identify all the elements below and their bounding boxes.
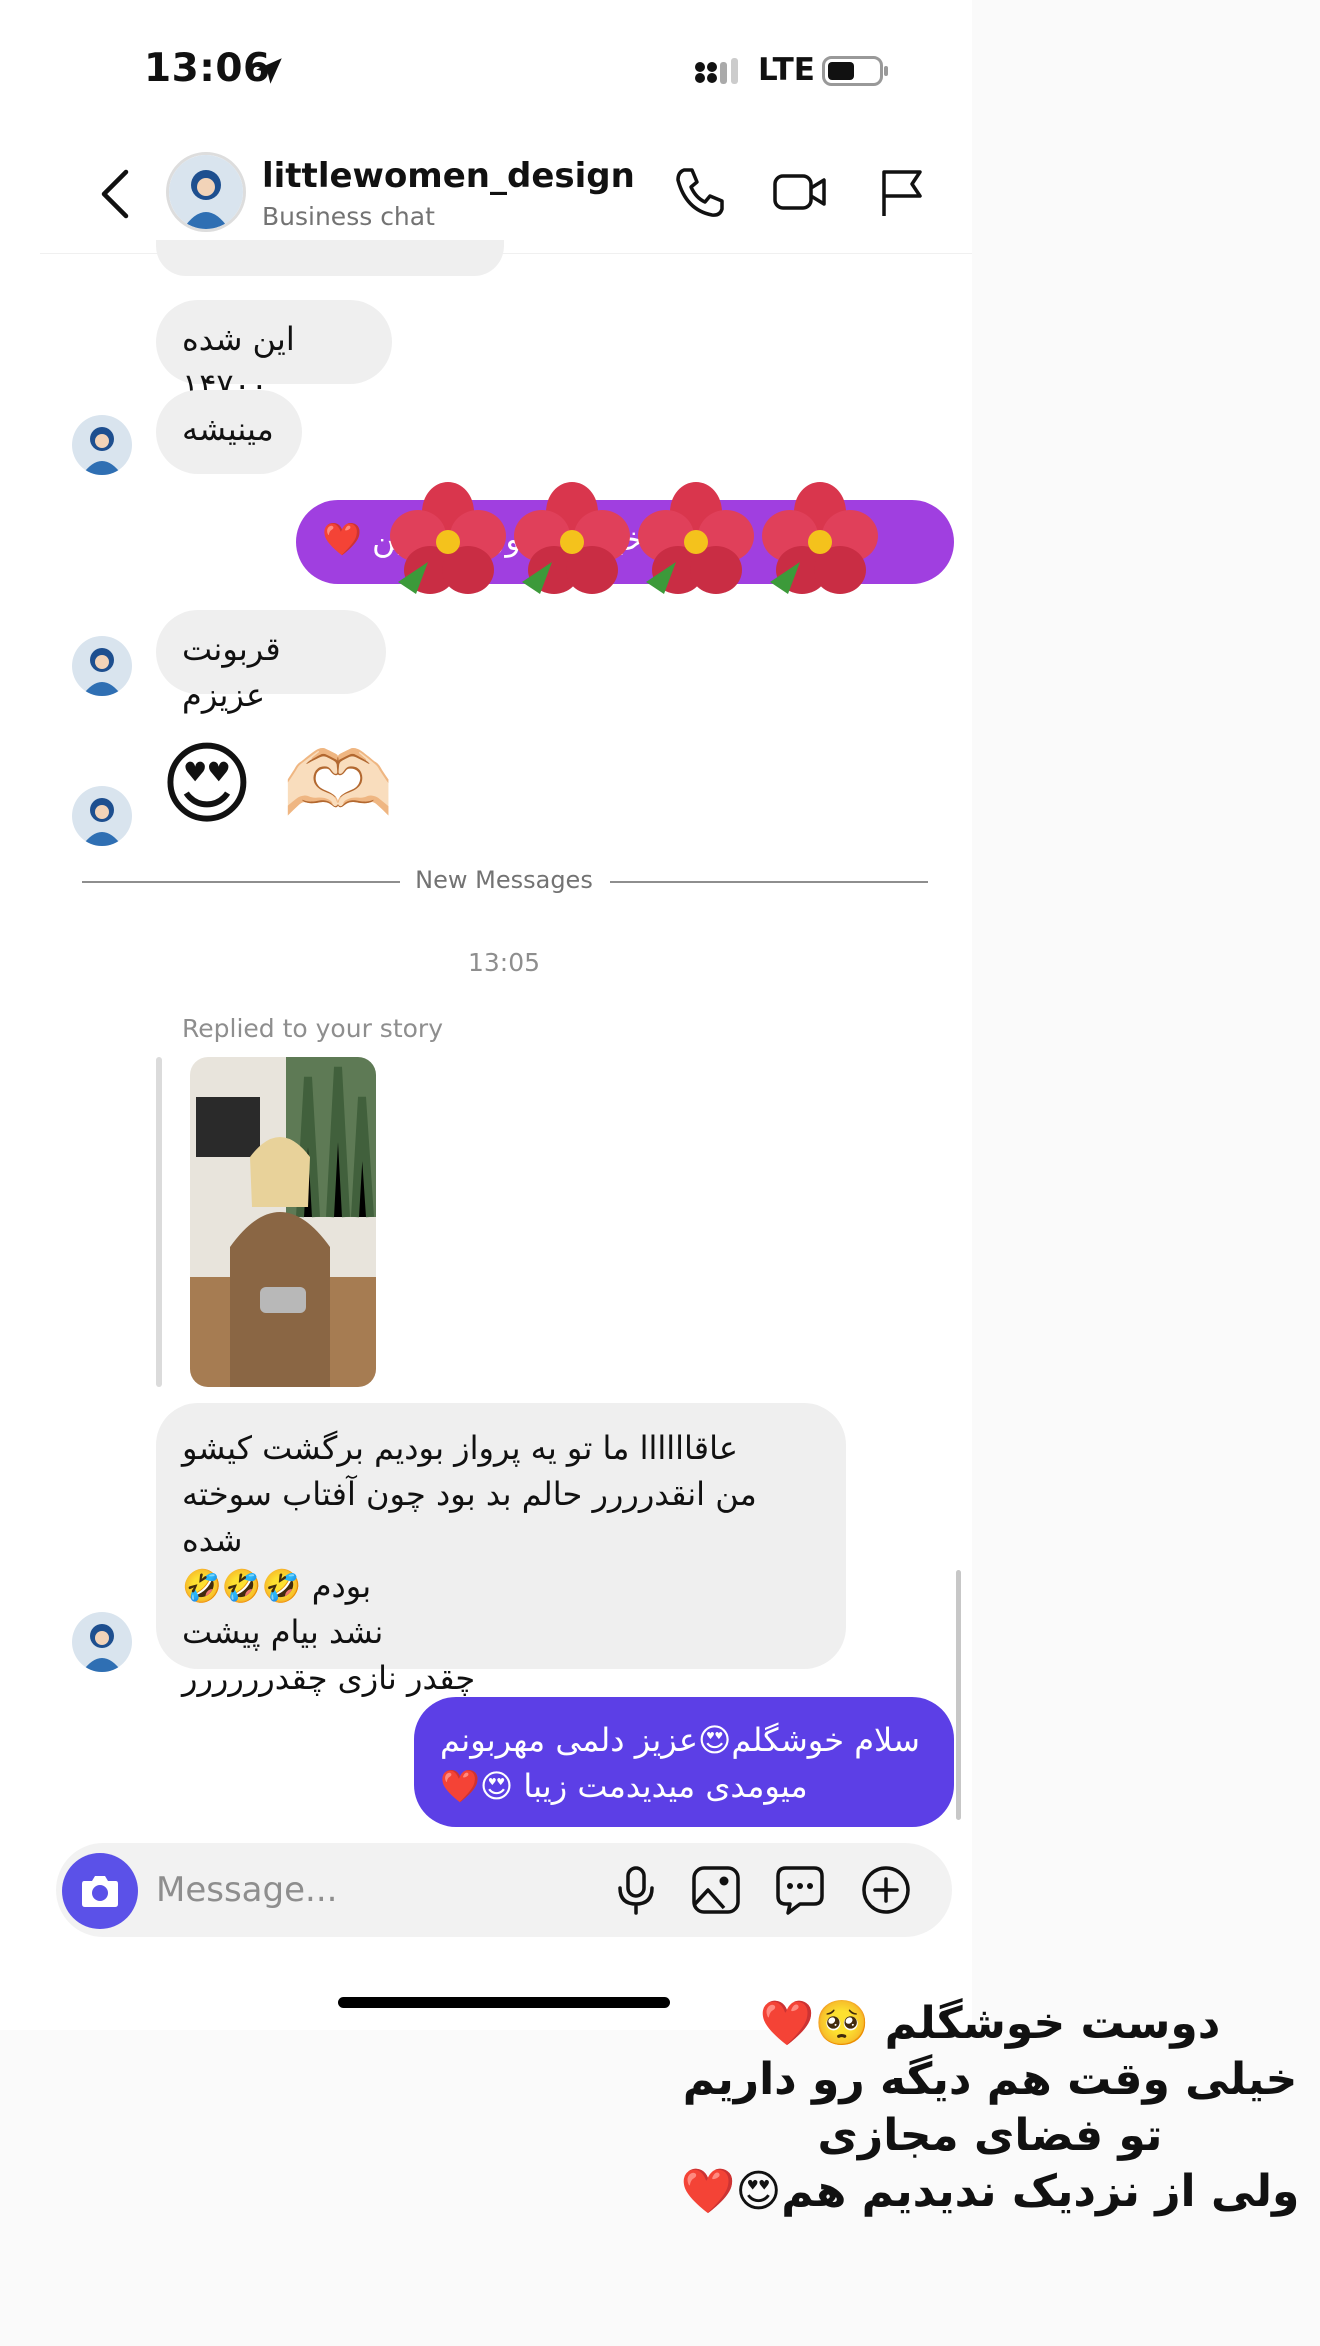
gallery-icon[interactable]	[690, 1864, 742, 1916]
story-thumbnail[interactable]	[190, 1057, 376, 1387]
sender-avatar[interactable]	[72, 786, 132, 846]
story-caption: دوست خوشگلم 🥺❤️ خیلی وقت هم دیگه رو داری…	[660, 1996, 1320, 2220]
message-line: میومدی میدیدمت زیبا 😍❤️	[440, 1767, 808, 1805]
message-bubble[interactable]: مینیشه	[156, 390, 302, 474]
caption-line: خیلی وقت هم دیگه رو داریم	[682, 2054, 1298, 2105]
scrollbar[interactable]	[956, 1570, 961, 1820]
outgoing-message-bubble[interactable]: سلام خوشگلم😍عزیز دلمی مهربونم میومدی مید…	[414, 1697, 954, 1827]
network-type: LTE	[758, 52, 815, 88]
back-chevron-icon[interactable]	[96, 166, 136, 222]
message-line: سلام خوشگلم😍عزیز دلمی مهربونم	[440, 1721, 920, 1759]
sender-avatar[interactable]	[72, 415, 132, 475]
signal-icon	[695, 58, 738, 84]
chat-subtitle: Business chat	[262, 202, 435, 231]
camera-button[interactable]	[62, 1853, 138, 1929]
story-reply-bar	[156, 1057, 162, 1387]
location-arrow-icon	[256, 58, 282, 84]
mic-icon[interactable]	[610, 1864, 662, 1916]
new-messages-label: New Messages	[415, 866, 593, 894]
partial-message-bubble	[156, 240, 504, 276]
caption-line: دوست خوشگلم 🥺❤️	[759, 1998, 1221, 2049]
phone-icon[interactable]	[672, 164, 728, 220]
sticker-icon[interactable]	[774, 1864, 826, 1916]
message-line: چقدر نازی چقدرررررر	[182, 1659, 476, 1697]
chat-screen: 13:06 LTE littlewomen_design Business ch…	[0, 0, 972, 2030]
message-bubble[interactable]: عاقاااااا ما تو یه پرواز بودیم برگشت کیش…	[156, 1403, 846, 1697]
chat-name[interactable]: littlewomen_design	[262, 156, 635, 196]
message-bubble[interactable]: قربونت عزیزم	[156, 610, 386, 714]
chat-avatar[interactable]	[166, 152, 246, 232]
hibiscus-reaction-icon	[390, 482, 878, 594]
message-timestamp: 13:05	[467, 948, 541, 977]
story-reply-label: Replied to your story	[182, 1014, 443, 1043]
video-icon[interactable]	[772, 164, 828, 220]
home-indicator[interactable]	[338, 1997, 670, 2008]
emoji-message[interactable]: 😍 🫶🏻	[160, 730, 395, 840]
flag-icon[interactable]	[874, 164, 930, 220]
message-bubble[interactable]: این شده ۱۴۷۰۰	[156, 300, 392, 404]
message-line: عاقاااااا ما تو یه پرواز بودیم برگشت کیش…	[182, 1429, 738, 1467]
battery-icon	[822, 56, 888, 86]
caption-line: ولی از نزدیک ندیدیم هم😍❤️	[680, 2166, 1300, 2217]
message-line: نشد بیام پیشت	[182, 1613, 384, 1651]
sender-avatar[interactable]	[72, 1612, 132, 1672]
message-input[interactable]	[156, 1866, 576, 1914]
caption-line: تو فضای مجازی	[817, 2110, 1163, 2161]
sender-avatar[interactable]	[72, 636, 132, 696]
message-line: من انقدرررر حالم بد بود چون آفتاب سوخته …	[182, 1475, 757, 1559]
camera-icon	[82, 1876, 118, 1907]
plus-icon[interactable]	[860, 1864, 912, 1916]
message-line: بودم 🤣🤣🤣	[182, 1567, 372, 1605]
